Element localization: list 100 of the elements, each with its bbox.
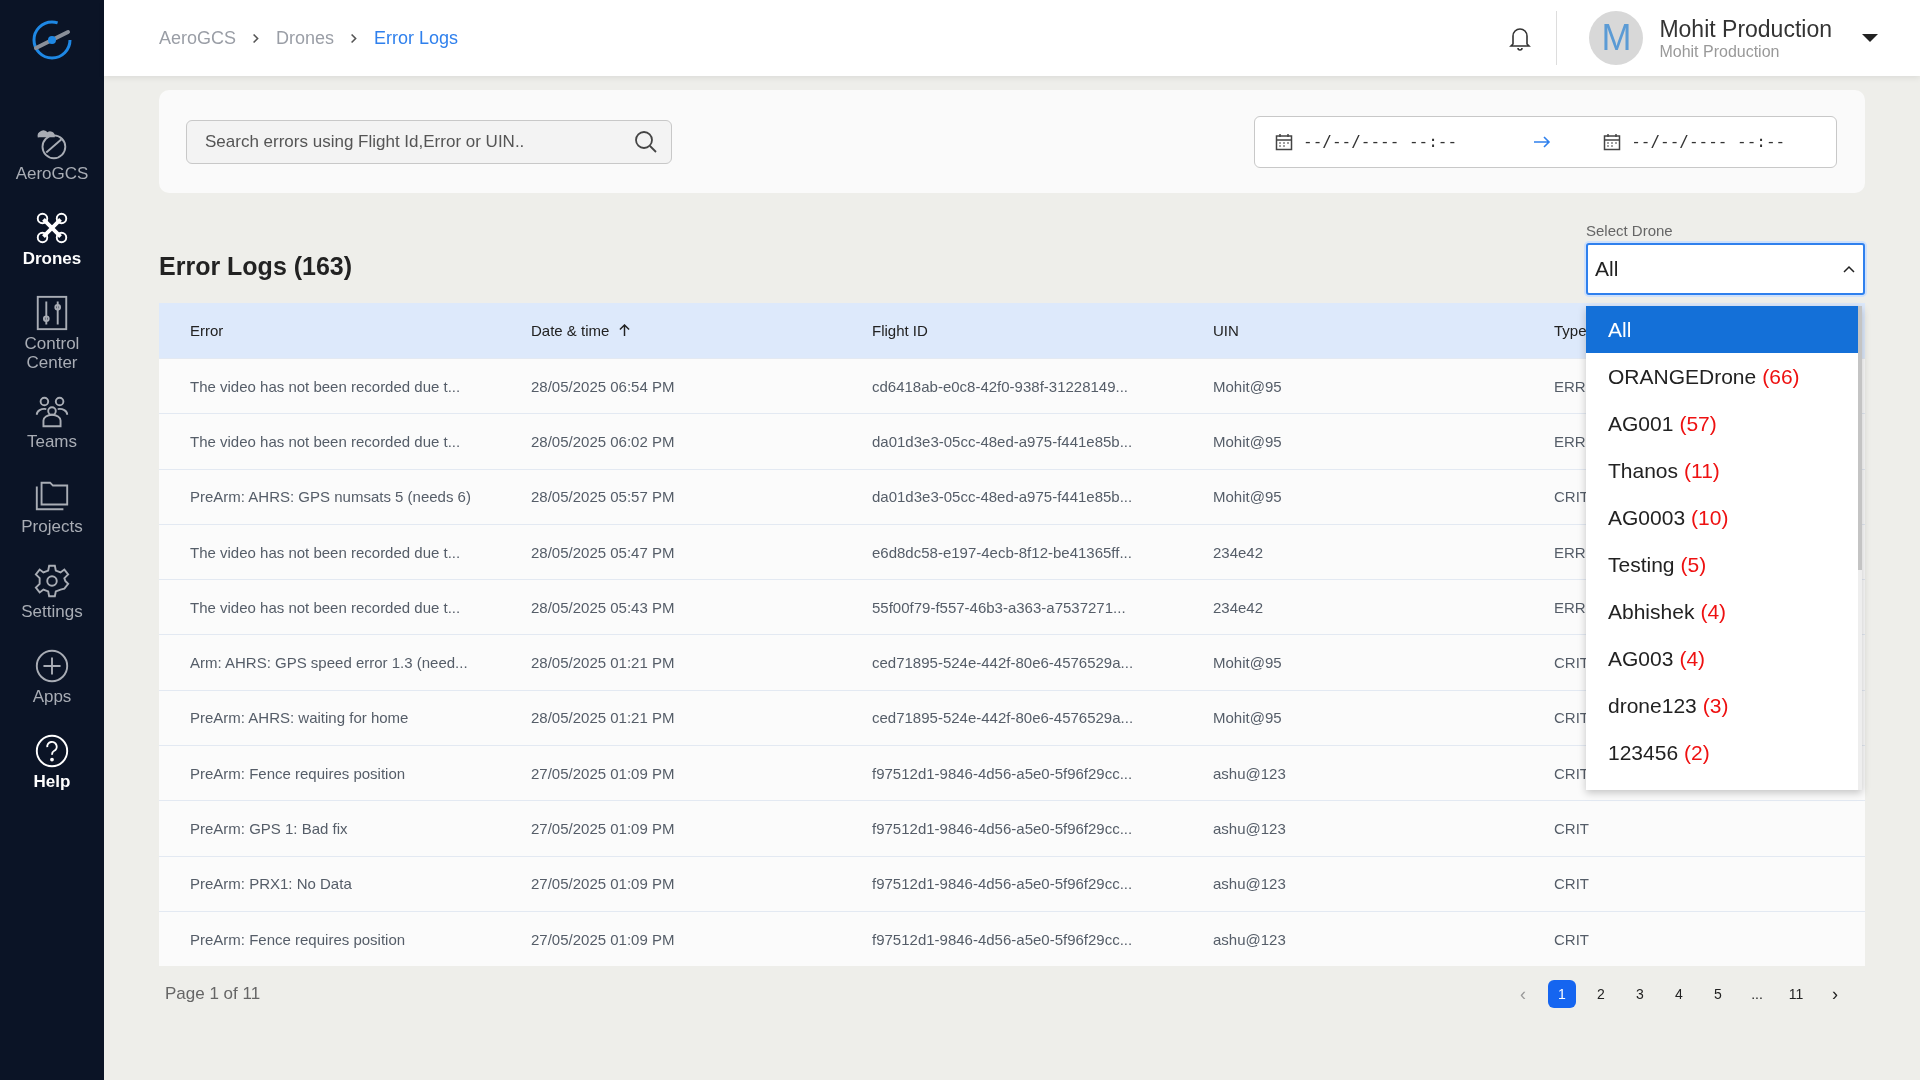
search-field[interactable]: Search errors using Flight Id,Error or UIN.. <box>186 119 672 164</box>
table-cell: 234e42 <box>1213 543 1264 561</box>
table-cell: CRIT <box>1554 488 1589 506</box>
dropdown-option[interactable]: Abhishek (4) <box>1586 588 1858 635</box>
page-title: Error Logs (163) <box>159 252 353 281</box>
next-page-button[interactable]: › <box>1821 980 1849 1009</box>
table-cell: da01d3e3-05cc-48ed-a975-f441e85b... <box>872 432 1133 450</box>
table-cell: 27/05/2025 01:09 PM <box>531 764 675 782</box>
user-organization: Mohit Production <box>1659 42 1781 61</box>
end-date-placeholder: --/--/---- --:-- <box>1631 132 1786 151</box>
table-cell: The video has not been recorded due t... <box>190 432 461 450</box>
sidebar-item[interactable]: Help <box>6 732 98 817</box>
calendar-icon <box>1275 132 1293 151</box>
sort-ascending-icon <box>619 324 631 337</box>
table-cell: Mohit@95 <box>1213 709 1282 727</box>
page-button[interactable]: 1 <box>1548 980 1576 1009</box>
column-header[interactable]: Type <box>1554 322 1587 339</box>
table-cell: PreArm: PRX1: No Data <box>190 875 352 893</box>
table-cell: f97512d1-9846-4d56-a5e0-5f96f29cc... <box>872 930 1133 948</box>
drone-select[interactable]: All <box>1586 243 1865 295</box>
column-header[interactable]: UIN <box>1213 322 1239 339</box>
table-cell: CRIT <box>1554 930 1589 948</box>
table-cell: e6d8dc58-e197-4ecb-8f12-be41365ff... <box>872 543 1132 561</box>
calendar-icon <box>1603 132 1622 151</box>
table-cell: CRIT <box>1554 654 1589 672</box>
table-cell: Mohit@95 <box>1213 377 1282 395</box>
table-cell: Mohit@95 <box>1213 488 1282 506</box>
notification-bell-icon[interactable] <box>1508 25 1533 51</box>
dropdown-option[interactable]: 123456 (2) <box>1586 729 1858 776</box>
sidebar-item[interactable]: Teams <box>6 392 98 477</box>
sidebar-item[interactable]: Settings <box>6 562 98 647</box>
logo-icon <box>30 18 74 62</box>
page-button[interactable]: 4 <box>1665 980 1693 1009</box>
caret-icon[interactable] <box>1862 33 1878 43</box>
table-cell: Mohit@95 <box>1213 432 1282 450</box>
table-cell: 28/05/2025 05:47 PM <box>531 543 675 561</box>
table-cell: ERR <box>1554 543 1586 561</box>
table-cell: CRIT <box>1554 820 1589 837</box>
table-cell: ced71895-524e-442f-80e6-4576529a... <box>872 654 1134 672</box>
settings-icon <box>33 562 71 600</box>
page-button[interactable]: 5 <box>1704 980 1732 1009</box>
table-cell: CRIT <box>1554 764 1589 782</box>
table-cell: PreArm: AHRS: waiting for home <box>190 709 409 727</box>
table-cell: The video has not been recorded due t... <box>190 598 461 616</box>
dropdown-option[interactable]: Testing (5) <box>1586 541 1858 588</box>
table-cell: cd6418ab-e0c8-42f0-938f-31228149... <box>872 377 1129 395</box>
table-cell: ashu@123 <box>1213 820 1286 837</box>
table-cell: ashu@123 <box>1213 930 1286 948</box>
dropdown-option[interactable]: AG0003 (10) <box>1586 494 1858 541</box>
plus-circle-icon <box>33 647 71 685</box>
arrow-right-icon <box>1533 135 1552 148</box>
help-icon <box>33 732 71 770</box>
chevron-up-icon <box>1843 265 1855 273</box>
table-cell: 28/05/2025 06:02 PM <box>531 432 675 450</box>
sidebar-item[interactable]: AeroGCS <box>6 124 98 209</box>
table-cell: Arm: AHRS: GPS speed error 1.3 (need... <box>190 654 468 672</box>
table-cell: The video has not been recorded due t... <box>190 543 461 561</box>
sidebar-item[interactable]: Control Center <box>6 294 98 392</box>
breadcrumb-link[interactable]: Error Logs <box>374 27 459 49</box>
column-header[interactable]: Date & time <box>531 322 631 339</box>
search-icon <box>634 129 658 154</box>
dropdown-option[interactable]: AG001 (57) <box>1586 400 1858 447</box>
column-header[interactable]: Flight ID <box>872 322 928 339</box>
table-cell: CRIT <box>1554 709 1589 727</box>
page-button[interactable]: 3 <box>1626 980 1654 1009</box>
dropdown-option[interactable]: Thanos (11) <box>1586 447 1858 494</box>
table-cell: 27/05/2025 01:09 PM <box>531 875 675 893</box>
date-range-field[interactable]: --/--/---- --:-- --/--/---- --:-- <box>1254 115 1837 168</box>
page-button[interactable]: 11 <box>1782 980 1810 1009</box>
table-cell: f97512d1-9846-4d56-a5e0-5f96f29cc... <box>872 764 1133 782</box>
sidebar-item[interactable]: Apps <box>6 647 98 732</box>
user-name: Mohit Production <box>1659 15 1832 43</box>
table-cell: 28/05/2025 05:57 PM <box>531 488 675 506</box>
page-button[interactable]: 2 <box>1587 980 1615 1009</box>
dropdown-option[interactable]: AG003 (4) <box>1586 635 1858 682</box>
dropdown-option[interactable]: ORANGEDrone (66) <box>1586 353 1858 400</box>
table-cell: 234e42 <box>1213 598 1264 616</box>
table-cell: Mohit@95 <box>1213 654 1282 672</box>
table-cell: f97512d1-9846-4d56-a5e0-5f96f29cc... <box>872 875 1133 893</box>
table-cell: 27/05/2025 01:09 PM <box>531 820 675 837</box>
table-cell: CRIT <box>1554 875 1589 893</box>
dropdown-option[interactable]: All <box>1586 306 1858 353</box>
column-header[interactable]: Error <box>190 322 224 339</box>
page-summary: Page 1 of 11 <box>165 984 261 1005</box>
sidebar-item[interactable]: Drones <box>6 209 98 294</box>
table-cell: ashu@123 <box>1213 764 1286 782</box>
start-date-placeholder: --/--/---- --:-- <box>1303 132 1458 151</box>
dropdown-option[interactable]: drone123 (3) <box>1586 682 1858 729</box>
table-cell: 28/05/2025 01:21 PM <box>531 709 675 727</box>
table-cell: da01d3e3-05cc-48ed-a975-f441e85b... <box>872 488 1133 506</box>
table-cell: PreArm: Fence requires position <box>190 930 406 948</box>
chevron-right-icon <box>350 32 359 44</box>
page-button[interactable]: ... <box>1743 980 1771 1009</box>
table-cell: PreArm: GPS 1: Bad fix <box>190 820 348 837</box>
table-cell: ced71895-524e-442f-80e6-4576529a... <box>872 709 1134 727</box>
table-cell: 28/05/2025 01:21 PM <box>531 654 675 672</box>
table-cell: 27/05/2025 01:09 PM <box>531 930 675 948</box>
sidebar-item[interactable]: Projects <box>6 477 98 562</box>
scrollbar[interactable] <box>1858 306 1862 790</box>
table-cell: ERR <box>1554 598 1586 616</box>
